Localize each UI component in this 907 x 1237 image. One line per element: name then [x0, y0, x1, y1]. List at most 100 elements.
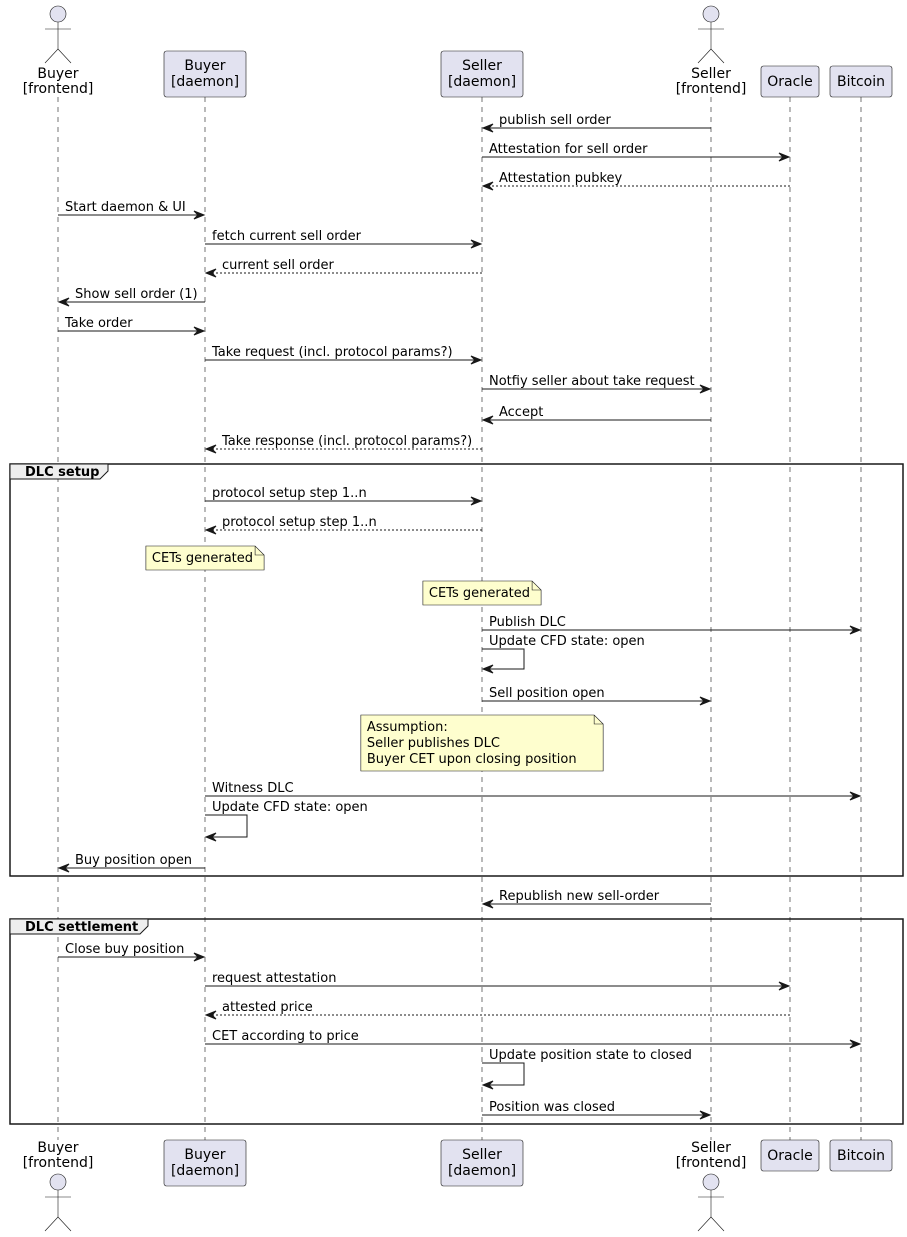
lifelines [57, 97, 862, 1140]
message-arrow: current sell order [204, 258, 482, 278]
actor-leg-icon [57, 1216, 72, 1232]
message-arrow: Sell position open [482, 686, 712, 706]
note-text: CETs generated [152, 551, 253, 566]
message-label: Republish new sell-order [499, 889, 660, 904]
participant-label: [daemon] [171, 74, 239, 90]
message-label: Notfiy seller about take request [489, 374, 695, 389]
actor-seller_frontend-bottom: Seller[frontend] [676, 1140, 747, 1232]
self-message-line [482, 1062, 525, 1086]
message-arrow: Start daemon & UI [58, 200, 206, 220]
message-label: Buy position open [75, 853, 192, 868]
participant-oracle-top: Oracle [760, 65, 820, 98]
message-label: Show sell order (1) [75, 287, 198, 302]
actor-leg-icon [697, 1216, 712, 1232]
participant-label: Oracle [767, 1148, 813, 1164]
message-arrow: protocol setup step 1..n [204, 515, 482, 535]
actor-leg-icon [697, 48, 712, 64]
message-arrow: Take request (incl. protocol params?) [205, 345, 483, 365]
participant-label: [frontend] [676, 1155, 747, 1171]
participant-label: [daemon] [448, 1163, 516, 1179]
message-label: CET according to price [212, 1029, 359, 1044]
actor-head-icon [49, 5, 67, 23]
actor-head-icon [702, 1173, 720, 1191]
participant-label: Buyer [184, 58, 225, 74]
participant-label: [frontend] [676, 81, 747, 97]
note: CETs generated [145, 545, 265, 571]
participant-label: [daemon] [448, 74, 516, 90]
message-label: Publish DLC [489, 615, 566, 630]
participant-label: Buyer [184, 1147, 225, 1163]
message-arrow: Take response (incl. protocol params?) [204, 434, 482, 454]
message-label: Close buy position [65, 942, 184, 957]
message-label: current sell order [222, 258, 334, 273]
message-label: Take response (incl. protocol params?) [221, 434, 472, 449]
participant-label: Bitcoin [837, 74, 885, 90]
participant-label: Oracle [767, 74, 813, 90]
message-arrow: Take order [58, 316, 206, 336]
actor-seller_frontend-top: Seller[frontend] [676, 5, 747, 97]
note: Assumption:Seller publishes DLCBuyer CET… [360, 714, 604, 772]
message-arrow: fetch current sell order [205, 229, 483, 249]
message-label: Accept [499, 405, 543, 420]
self-message: Update position state to closed [481, 1048, 692, 1090]
actor-leg-icon [710, 48, 725, 64]
message-label: Update CFD state: open [212, 800, 368, 815]
group-border [9, 463, 904, 877]
note-text: Seller publishes DLC [367, 736, 500, 751]
message-arrow: Attestation for sell order [482, 142, 791, 162]
actor-buyer_frontend-top: Buyer[frontend] [23, 5, 93, 97]
participant-heads-top: Buyer[frontend]Buyer[daemon]Seller[daemo… [23, 5, 893, 98]
message-arrow: Attestation pubkey [481, 171, 790, 191]
message-label: Update CFD state: open [489, 634, 645, 649]
participant-label: Buyer [37, 66, 78, 82]
message-label: publish sell order [499, 113, 612, 128]
message-arrow: attested price [204, 1000, 790, 1020]
participant-seller_daemon-top: Seller[daemon] [440, 50, 524, 98]
arrowhead-icon [204, 1010, 217, 1020]
message-label: fetch current sell order [212, 229, 362, 244]
note-text: CETs generated [429, 586, 530, 601]
self-message: Update CFD state: open [204, 800, 368, 842]
message-label: Take request (incl. protocol params?) [211, 345, 453, 360]
actor-leg-icon [44, 48, 59, 64]
message-arrow: protocol setup step 1..n [205, 486, 483, 506]
note-text: Buyer CET upon closing position [367, 752, 577, 767]
actor-leg-icon [710, 1216, 725, 1232]
message-label: protocol setup step 1..n [212, 486, 367, 501]
self-message: Update CFD state: open [481, 634, 645, 674]
group-label: DLC setup [25, 465, 99, 480]
message-label: Update position state to closed [489, 1048, 692, 1063]
message-label: Start daemon & UI [65, 200, 186, 215]
arrowhead-icon [204, 444, 217, 454]
participant-label: [daemon] [171, 1163, 239, 1179]
note-text: Assumption: [367, 720, 448, 735]
sequence-diagram: DLC setup DLC settlement publish sell ord… [9, 5, 904, 1232]
participant-label: Seller [691, 66, 731, 82]
message-arrow: publish sell order [481, 113, 711, 133]
actor-head-icon [49, 1173, 67, 1191]
participant-bitcoin-top: Bitcoin [829, 65, 893, 98]
participant-buyer_daemon-bottom: Buyer[daemon] [163, 1139, 247, 1187]
message-arrow: CET according to price [205, 1029, 862, 1049]
message-label: Position was closed [489, 1100, 615, 1115]
message-arrow: Witness DLC [205, 781, 862, 801]
participant-seller_daemon-bottom: Seller[daemon] [440, 1139, 524, 1187]
participant-buyer_daemon-top: Buyer[daemon] [163, 50, 247, 98]
participant-bitcoin-bottom: Bitcoin [829, 1139, 893, 1172]
groups: DLC setup DLC settlement [9, 463, 904, 1125]
message-arrow: Notfiy seller about take request [482, 374, 712, 394]
message-arrow: Accept [481, 405, 711, 425]
participant-label: [frontend] [23, 1155, 94, 1171]
actor-leg-icon [44, 1216, 59, 1232]
message-arrow: Buy position open [57, 853, 205, 873]
participant-oracle-bottom: Oracle [760, 1139, 820, 1172]
events: publish sell order Attestation for sell o… [57, 113, 862, 1120]
message-arrow: Show sell order (1) [57, 287, 205, 307]
message-arrow: Republish new sell-order [481, 889, 711, 909]
message-label: attested price [222, 1000, 313, 1015]
message-arrow: Publish DLC [482, 615, 862, 635]
message-label: Witness DLC [212, 781, 294, 796]
message-label: Attestation for sell order [489, 142, 648, 157]
group-frame: DLC setup [9, 463, 904, 877]
actor-buyer_frontend-bottom: Buyer[frontend] [23, 1140, 94, 1232]
